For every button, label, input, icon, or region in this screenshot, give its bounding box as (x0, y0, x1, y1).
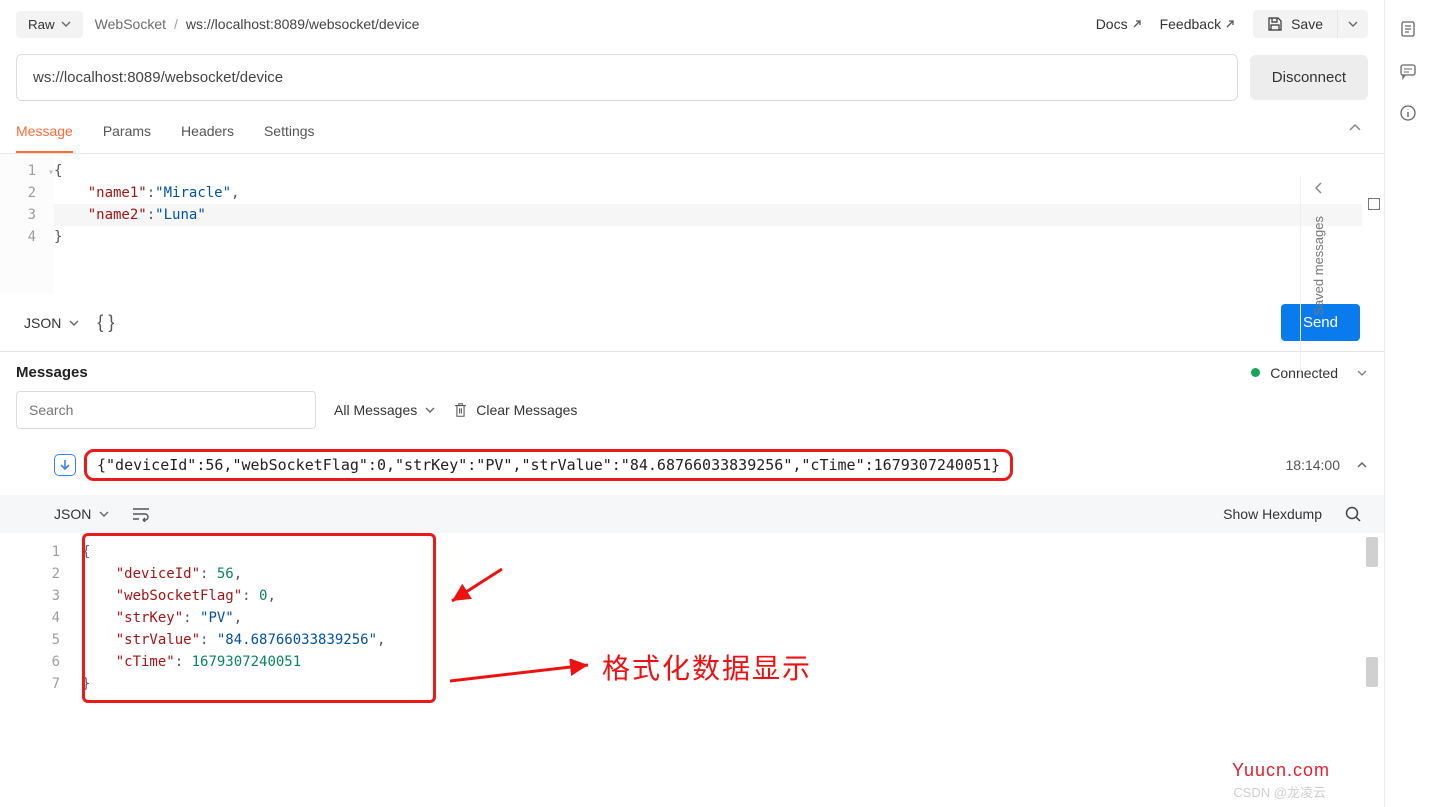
message-raw: {"deviceId":56,"webSocketFlag":0,"strKey… (84, 449, 1013, 481)
messages-toolbar: All Messages Clear Messages (0, 391, 1384, 443)
tab-headers[interactable]: Headers (181, 115, 234, 153)
breadcrumb: WebSocket / ws://localhost:8089/websocke… (95, 16, 420, 32)
chevron-left-icon[interactable] (1314, 176, 1324, 194)
editor-code[interactable]: { "name1":"Miracle", "name2":"Luna"} (54, 154, 1362, 294)
save-menu[interactable] (1337, 10, 1368, 38)
editor-footer: JSON { } Send (0, 294, 1384, 351)
search-input[interactable] (16, 391, 316, 429)
show-hexdump[interactable]: Show Hexdump (1223, 506, 1322, 522)
clear-messages[interactable]: Clear Messages (453, 402, 577, 418)
collapse-tabs[interactable] (1342, 115, 1368, 153)
chevron-down-icon (69, 318, 79, 328)
status-dot-icon (1251, 368, 1260, 377)
external-icon (1225, 19, 1235, 29)
message-filter[interactable]: All Messages (334, 402, 435, 418)
disconnect-button[interactable]: Disconnect (1250, 55, 1368, 100)
scrollbar-thumb[interactable] (1366, 537, 1378, 567)
raw-button[interactable]: Raw (16, 11, 83, 38)
chevron-down-icon (1348, 19, 1358, 29)
docs-link[interactable]: Docs (1096, 16, 1142, 32)
chevron-down-icon (425, 405, 435, 415)
request-tabs: Message Params Headers Settings (0, 115, 1384, 154)
save-button[interactable]: Save (1253, 10, 1337, 38)
tab-params[interactable]: Params (103, 115, 151, 153)
top-links: Docs Feedback Save (1096, 10, 1368, 38)
url-row: Disconnect (0, 54, 1384, 115)
protocol-label: WebSocket (95, 16, 166, 32)
save-icon (1267, 16, 1283, 32)
top-bar: Raw WebSocket / ws://localhost:8089/webs… (0, 0, 1384, 48)
annotation-arrow (444, 659, 594, 689)
saved-messages-rail[interactable]: Saved messages (1300, 176, 1336, 376)
wrap-lines-button[interactable] (131, 506, 151, 522)
comment-icon[interactable] (1399, 62, 1417, 80)
json-viewer: 1234567 { "deviceId": 56, "webSocketFlag… (0, 533, 1384, 715)
annotation-arrow (444, 567, 504, 607)
tab-settings[interactable]: Settings (264, 115, 315, 153)
message-time: 18:14:00 (1286, 457, 1341, 473)
message-meta: 18:14:00 (1286, 457, 1369, 473)
messages-title: Messages (16, 364, 88, 381)
url-input[interactable] (16, 54, 1238, 101)
minimap (1362, 154, 1384, 294)
feedback-link[interactable]: Feedback (1160, 16, 1235, 32)
incoming-icon (54, 454, 76, 476)
editor-gutter: 1234 (0, 154, 54, 294)
trash-icon (453, 402, 468, 418)
chevron-down-icon[interactable] (1356, 367, 1368, 379)
right-rail (1384, 0, 1431, 807)
format-select[interactable]: JSON (24, 315, 79, 331)
watermark: Yuucn.com (1232, 760, 1330, 781)
external-icon (1132, 19, 1142, 29)
chevron-down-icon (99, 509, 109, 519)
messages-header: Messages Connected (0, 352, 1384, 391)
raw-label: Raw (28, 17, 55, 32)
scrollbar-thumb[interactable] (1366, 657, 1378, 687)
chevron-up-icon (1348, 121, 1362, 135)
search-icon[interactable] (1344, 505, 1362, 523)
info-icon[interactable] (1399, 104, 1417, 122)
saved-messages-label: Saved messages (1311, 216, 1326, 316)
save-group: Save (1253, 10, 1368, 38)
viewer-bar: JSON Show Hexdump (0, 495, 1384, 533)
message-editor[interactable]: 1234 ▾ { "name1":"Miracle", "name2":"Lun… (0, 154, 1384, 294)
message-row[interactable]: {"deviceId":56,"webSocketFlag":0,"strKey… (0, 443, 1384, 491)
chevron-down-icon (61, 19, 71, 29)
document-icon[interactable] (1399, 20, 1417, 38)
json-code: { "deviceId": 56, "webSocketFlag": 0, "s… (82, 537, 385, 695)
beautify-button[interactable]: { } (97, 312, 114, 333)
annotation-label: 格式化数据显示 (602, 647, 812, 687)
credit: CSDN @龙凌云 (1233, 782, 1326, 801)
breadcrumb-separator: / (174, 16, 178, 32)
breadcrumb-url: ws://localhost:8089/websocket/device (186, 16, 419, 32)
chevron-up-icon[interactable] (1356, 459, 1368, 471)
viewer-format-select[interactable]: JSON (54, 506, 109, 522)
json-gutter: 1234567 (0, 537, 82, 695)
tab-message[interactable]: Message (16, 115, 73, 153)
